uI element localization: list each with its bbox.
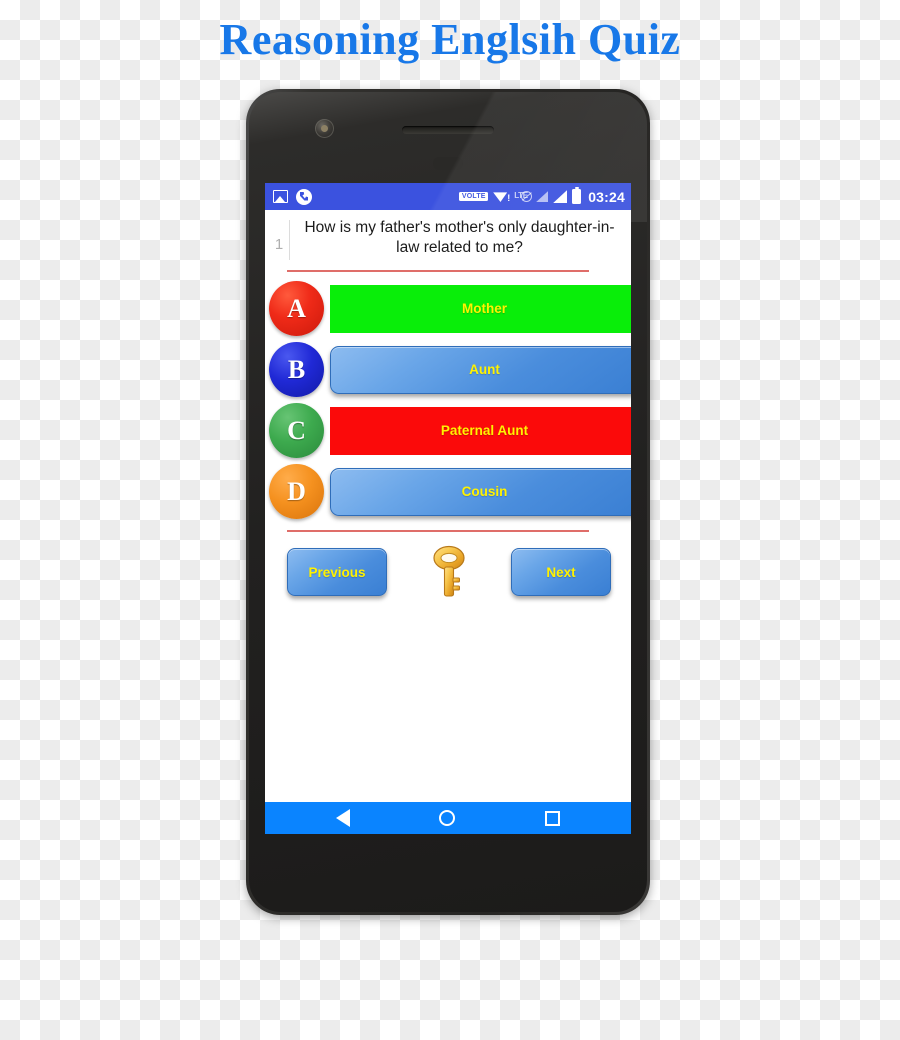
question-divider [289,220,290,260]
status-bar-clock: 03:24 [588,188,625,205]
next-button[interactable]: Next [511,548,611,596]
question-underline [287,270,589,272]
volte-badge: VOLTE [459,191,489,202]
phone-bezel: VOLTE ! LTE 03:24 1 How is my father's m… [249,92,647,912]
status-bar-left [273,188,312,205]
sensor-pill-icon [433,157,463,170]
android-nav-bar [265,802,631,834]
option-button-a[interactable]: Mother [330,284,631,333]
lte-icon: LTE [514,190,533,203]
question-block: 1 How is my father's mother's only daugh… [265,210,631,262]
options-list: A Mother B Aunt C Paternal Aunt D Cousin [265,278,631,522]
question-number: 1 [274,236,284,253]
previous-button[interactable]: Previous [287,548,387,596]
key-icon[interactable] [426,544,472,600]
phone-screen: VOLTE ! LTE 03:24 1 How is my father's m… [265,183,631,834]
wifi-alert-label: ! [507,193,511,203]
page-title: Reasoning Englsih Quiz [219,15,681,64]
signal-icon-sim1 [536,191,549,202]
option-badge-d: D [269,464,324,519]
option-row-d[interactable]: D Cousin [265,461,631,522]
option-badge-a: A [269,281,324,336]
option-button-b[interactable]: Aunt [330,345,631,394]
option-button-c[interactable]: Paternal Aunt [330,406,631,455]
quiz-app-body: 1 How is my father's mother's only daugh… [265,210,631,802]
option-badge-b: B [269,342,324,397]
phone-icon [296,188,312,205]
quiz-nav-row: Previous Next [265,538,631,600]
status-bar: VOLTE ! LTE 03:24 [265,183,631,210]
option-badge-c: C [269,403,324,458]
back-icon[interactable] [335,809,350,827]
option-row-a[interactable]: A Mother [265,278,631,339]
image-icon [273,190,288,203]
recents-icon[interactable] [545,810,561,826]
wifi-icon: ! [493,190,511,203]
option-button-d[interactable]: Cousin [330,467,631,516]
option-row-b[interactable]: B Aunt [265,339,631,400]
status-bar-right: VOLTE ! LTE 03:24 [459,186,625,205]
option-row-c[interactable]: C Paternal Aunt [265,400,631,461]
question-text: How is my father's mother's only daughte… [304,219,615,256]
battery-icon [572,186,582,204]
home-icon[interactable] [439,810,456,826]
front-camera-icon [315,119,334,138]
signal-icon-sim2 [553,190,568,203]
options-underline [287,530,589,532]
earpiece-speaker-icon [402,126,494,134]
phone-device: VOLTE ! LTE 03:24 1 How is my father's m… [246,89,650,915]
